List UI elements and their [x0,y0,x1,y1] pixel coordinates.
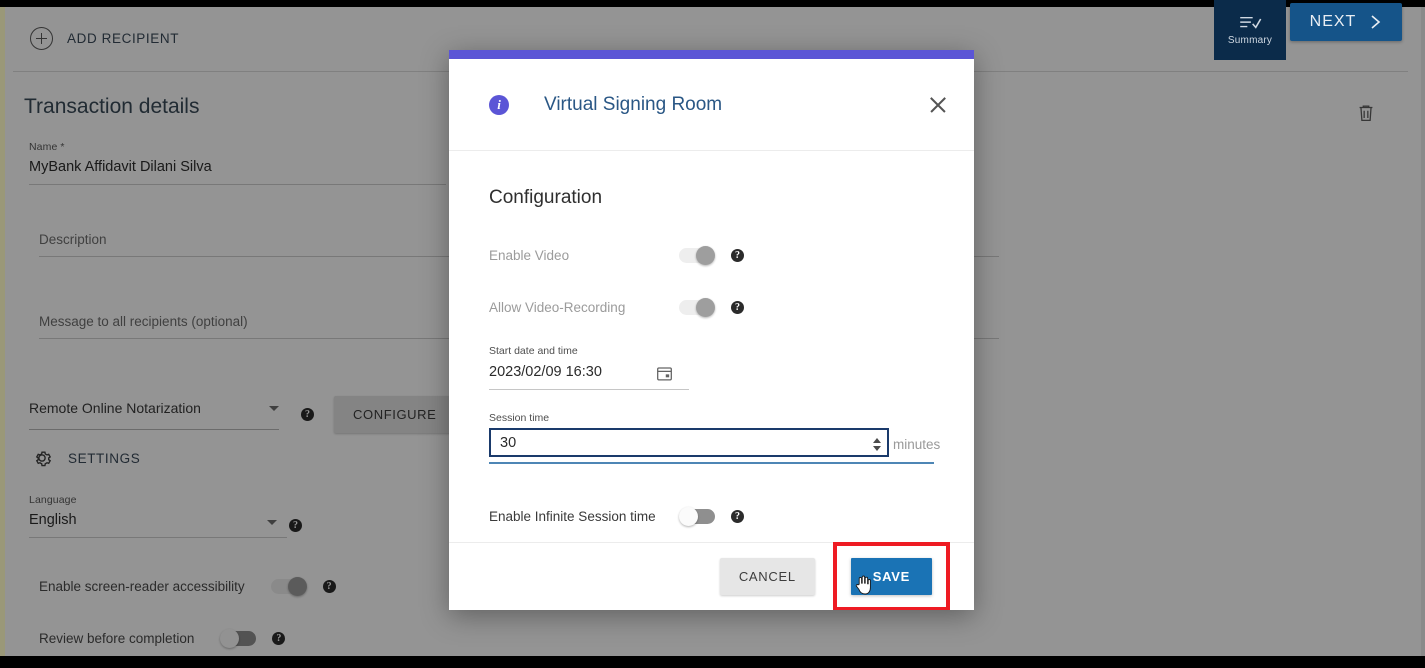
dialog-body: Configuration Enable Video ? Allow Video… [449,151,974,542]
window-bottom-band [0,656,1425,668]
start-date-field[interactable]: Start date and time 2023/02/09 16:30 [489,345,689,390]
help-icon[interactable]: ? [731,248,744,262]
next-label: NEXT [1309,13,1357,30]
session-time-stepper[interactable] [870,434,883,454]
stepper-up-icon[interactable] [872,437,881,443]
allow-video-recording-label: Allow Video-Recording [489,299,626,315]
summary-label: Summary [1227,34,1273,46]
session-time-input[interactable]: 30 [489,428,889,457]
info-icon: i [489,94,509,115]
enable-video-row: Enable Video ? [489,241,934,269]
chevron-right-icon [1371,15,1381,29]
allow-video-recording-toggle[interactable] [679,297,715,317]
help-icon[interactable]: ? [731,510,744,523]
session-time-label: Session time [489,412,550,424]
dialog-header: i Virtual Signing Room [449,59,974,151]
infinite-session-label: Enable Infinite Session time [489,509,656,524]
help-icon[interactable]: ? [731,300,744,314]
infinite-session-toggle[interactable] [679,507,715,526]
dialog-footer: CANCEL SAVE [449,542,974,610]
next-button[interactable]: NEXT [1290,3,1402,41]
session-time-value: 30 [500,434,517,451]
summary-check-icon [1240,16,1262,29]
calendar-icon[interactable] [656,365,673,382]
start-date-label: Start date and time [489,345,578,357]
save-button[interactable]: SAVE [850,558,932,595]
virtual-signing-room-dialog: i Virtual Signing Room Configuration Ena… [449,50,974,610]
session-time-unit-label: minutes [893,437,941,452]
close-icon[interactable] [924,91,952,119]
configuration-heading: Configuration [489,187,603,208]
dialog-title: Virtual Signing Room [544,93,723,115]
window-right-edge [1421,7,1425,656]
dialog-accent-bar [449,50,974,59]
start-date-underline [489,389,689,390]
stepper-down-icon[interactable] [872,445,881,451]
session-time-underline [489,462,934,464]
enable-video-label: Enable Video [489,247,570,263]
infinite-session-row: Enable Infinite Session time ? [489,507,934,526]
enable-video-toggle[interactable] [679,245,715,265]
summary-button[interactable]: Summary [1214,0,1286,60]
cancel-button[interactable]: CANCEL [719,558,815,595]
session-time-field: Session time 30 minutes [489,412,940,464]
window-top-band [0,0,1425,7]
save-button-highlight: SAVE [832,542,950,610]
screen: ADD RECIPIENT Transaction details Name *… [0,0,1425,668]
allow-video-recording-row: Allow Video-Recording ? [489,293,934,321]
